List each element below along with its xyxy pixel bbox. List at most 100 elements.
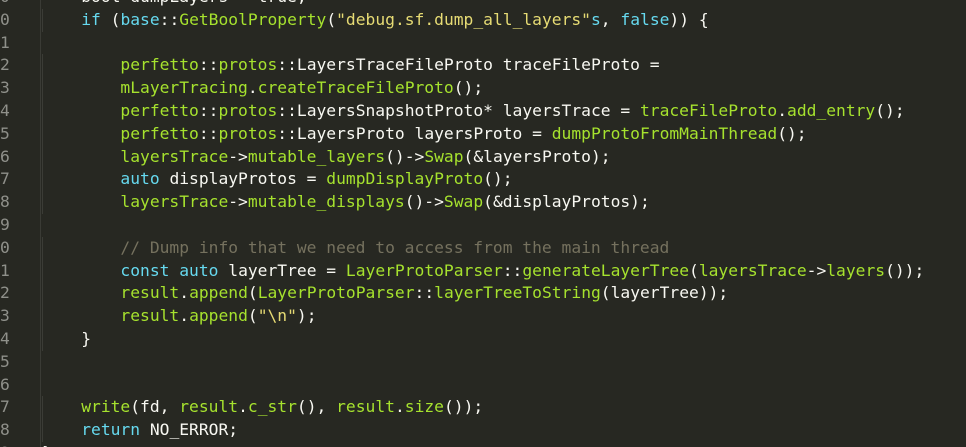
code-token: dumpDisplayProto (326, 169, 484, 189)
line-number: 4 (0, 100, 10, 120)
code-token: result (120, 306, 180, 326)
code-token: )) { (669, 9, 709, 29)
code-token: :: (198, 100, 219, 120)
line-number: 5 (0, 351, 10, 371)
line-number: 5 (0, 123, 10, 143)
code-area[interactable]: bool dumpLayers = true; if (base::GetBoo… (42, 0, 966, 447)
code-token: base (120, 9, 160, 29)
code-token: . (394, 397, 405, 417)
code-token: add_entry (787, 100, 876, 120)
code-token: layersTrace (120, 146, 229, 166)
code-line: auto displayProtos = dumpDisplayProto(); (42, 168, 966, 192)
code-token: . (238, 397, 248, 417)
line-number-gutter: 001234567890123456789 (0, 0, 18, 447)
line-number: 4 (0, 328, 10, 348)
code-editor[interactable]: 001234567890123456789 bool dumpLayers = … (0, 0, 966, 447)
code-line: perfetto::protos::LayersTraceFileProto t… (42, 54, 966, 78)
line-number: 3 (0, 306, 10, 326)
code-token: protos (218, 100, 278, 120)
line-number: 8 (0, 420, 10, 440)
indent-guide (42, 259, 43, 283)
code-line: if (base::GetBoolProperty("debug.sf.dump… (42, 8, 966, 32)
code-token: . (777, 100, 788, 120)
line-number: 8 (0, 192, 10, 212)
code-token: perfetto (120, 100, 199, 120)
code-line: result.append(LayerProtoParser::layerTre… (42, 282, 966, 306)
code-token: layerTree = (218, 260, 346, 280)
code-token: const (120, 260, 170, 280)
line-number: 7 (0, 169, 10, 189)
code-token: s (590, 9, 601, 29)
line-number: 0 (0, 0, 18, 9)
code-token: :: (414, 283, 435, 303)
code-token: mutable_displays (247, 192, 405, 212)
code-token: result (120, 283, 180, 303)
code-line: perfetto::protos::LayersProto layersProt… (42, 122, 966, 146)
line-number: 0 (0, 9, 10, 29)
code-token: :: (198, 55, 219, 75)
code-line: layersTrace->mutable_displays()->Swap(&d… (42, 191, 966, 214)
indent-guide (42, 122, 43, 146)
code-token: if (81, 9, 101, 29)
code-token: perfetto (120, 123, 199, 143)
code-line: bool dumpLayers = true; (42, 0, 966, 9)
code-token: createTraceFileProto (257, 78, 454, 98)
code-token: ()-> (385, 146, 425, 166)
code-token: result (336, 397, 395, 417)
line-number: 0 (0, 237, 10, 257)
indent-guide (42, 327, 43, 351)
code-token: c_str (247, 397, 297, 417)
code-token: append (189, 283, 248, 303)
code-token: ::LayersProto layersProto = (277, 123, 552, 143)
indent-guide (42, 236, 43, 260)
code-token: auto (179, 260, 219, 280)
code-line: return NO_ERROR; (42, 419, 966, 442)
code-token: (); (483, 169, 513, 189)
code-token: . (247, 78, 258, 98)
code-token: ( (100, 9, 121, 29)
line-number: 2 (0, 283, 10, 303)
code-token: mutable_layers (247, 146, 386, 166)
indent-guide (42, 54, 43, 78)
code-token: append (189, 306, 248, 326)
code-token: // Dump info that we need to access from… (120, 237, 670, 257)
code-token: false (620, 9, 670, 29)
code-token: ()); (443, 397, 484, 417)
code-token: Swap (424, 146, 464, 166)
code-token: "debug.sf.dump_all_layers" (336, 9, 591, 29)
code-token: ); (296, 306, 317, 326)
code-token: return (81, 420, 141, 440)
code-token: dumpProtoFromMainThread (551, 123, 778, 143)
code-token: perfetto (120, 55, 199, 75)
indent-guide (42, 168, 43, 192)
code-line: write(fd, result.c_str(), result.size())… (42, 396, 966, 420)
line-number: 9 (0, 214, 10, 234)
code-token: auto (120, 169, 160, 189)
code-token: generateLayerTree (522, 260, 689, 280)
indent-guide (42, 99, 43, 123)
code-token: (layerTree)); (600, 283, 729, 303)
indent-guide (42, 77, 43, 100)
code-token: :: (159, 9, 180, 29)
code-token: bool dumpLayers = true; (42, 0, 306, 6)
code-token: (); (875, 100, 905, 120)
code-token: } (81, 328, 92, 348)
code-token: layersTrace (698, 260, 807, 280)
indent-guide (42, 396, 43, 420)
code-token: ( (689, 260, 699, 280)
